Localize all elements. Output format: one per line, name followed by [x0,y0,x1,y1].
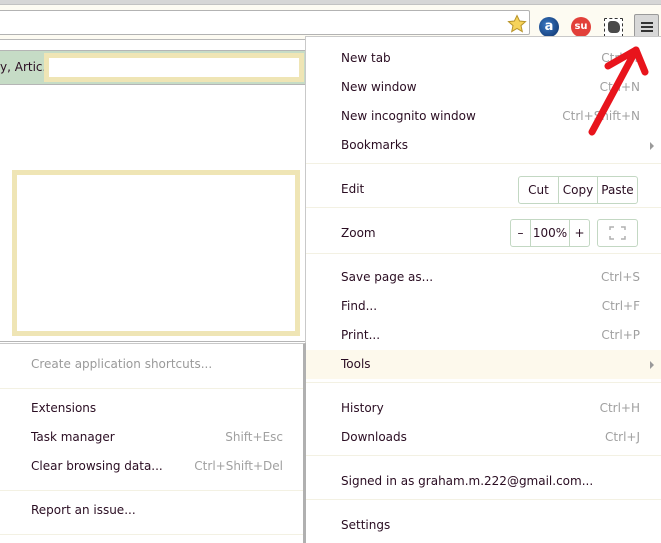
page-bar-text: y, Artic.. [0,60,51,74]
submenu-item-extensions[interactable]: Extensions [0,394,303,423]
answers-extension-icon[interactable]: a [539,17,559,37]
menu-item-new-incognito-window[interactable]: New incognito window Ctrl+Shift+N [306,102,661,131]
submenu-arrow-icon [650,142,654,150]
cut-button[interactable]: Cut [519,177,559,203]
copy-button[interactable]: Copy [559,177,598,203]
menu-separator [0,534,303,535]
page-content-box [12,170,300,336]
menu-item-save-page-as[interactable]: Save page as... Ctrl+S [306,263,661,292]
zoom-controls: – 100% + [510,219,590,247]
menu-separator [306,455,661,456]
zoom-in-button[interactable]: + [570,220,589,246]
menu-item-tools[interactable]: Tools [306,350,661,379]
menu-separator [306,253,661,254]
menu-item-settings[interactable]: Settings [306,511,661,540]
menu-separator [306,499,661,500]
menu-item-find[interactable]: Find... Ctrl+F [306,292,661,321]
page-search-bar: y, Artic.. [0,50,306,85]
submenu-item-task-manager[interactable]: Task manager Shift+Esc [0,423,303,452]
menu-separator [306,163,661,164]
edit-button-group: Cut Copy Paste [518,176,638,204]
menu-item-downloads[interactable]: Downloads Ctrl+J [306,423,661,452]
submenu-item-create-application-shortcuts: Create application shortcuts... [31,357,213,371]
hamburger-menu-icon [641,22,653,24]
submenu-arrow-icon [650,361,654,369]
menu-item-new-window[interactable]: New window Ctrl+N [306,73,661,102]
submenu-item-clear-browsing-data[interactable]: Clear browsing data... Ctrl+Shift+Del [0,452,303,481]
zoom-out-button[interactable]: – [511,220,531,246]
menu-separator [306,207,661,208]
menu-item-signed-in[interactable]: Signed in as graham.m.222@gmail.com... [306,467,661,496]
menu-item-print[interactable]: Print... Ctrl+P [306,321,661,350]
paste-button[interactable]: Paste [598,177,637,203]
address-bar[interactable] [0,10,530,35]
chrome-menu: New tab Ctrl+T New window Ctrl+N New inc… [305,36,661,543]
menu-separator [306,382,661,383]
menu-item-new-tab[interactable]: New tab Ctrl+T [306,44,661,73]
page-divider [0,341,306,342]
fullscreen-button[interactable] [597,219,638,247]
tools-submenu: Create application shortcuts... Extensio… [0,343,306,543]
evernote-extension-icon[interactable] [604,18,623,37]
menu-separator [0,388,303,389]
browser-toolbar: a su [0,5,661,40]
menu-item-bookmarks[interactable]: Bookmarks [306,131,661,160]
menu-item-history[interactable]: History Ctrl+H [306,394,661,423]
page-search-input[interactable] [44,53,304,82]
fullscreen-icon [609,226,626,240]
star-icon[interactable] [507,14,527,34]
stumbleupon-extension-icon[interactable]: su [571,17,591,37]
browser-window: a su y, Artic.. New tab Ctrl+T New windo… [0,0,661,543]
menu-separator [0,490,303,491]
submenu-item-report-an-issue[interactable]: Report an issue... [0,496,303,525]
zoom-level: 100% [531,220,570,246]
